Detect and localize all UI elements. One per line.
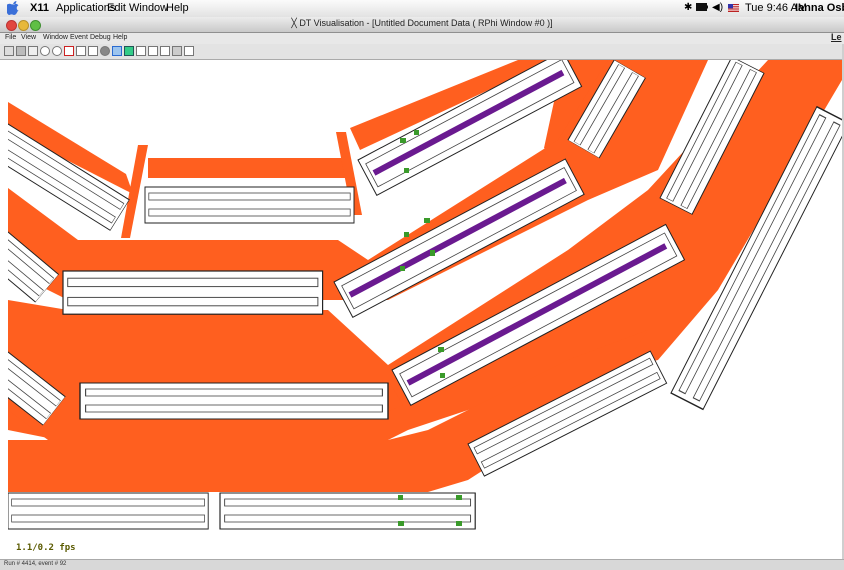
menu-debug[interactable]: Debug xyxy=(90,34,111,41)
color-icon[interactable] xyxy=(124,46,134,56)
hit-marker xyxy=(456,495,462,500)
hit-marker xyxy=(430,250,435,256)
window-title: ╳ DT Visualisation - [Untitled Document … xyxy=(0,18,844,29)
grid-icon[interactable] xyxy=(28,46,38,56)
hit-marker xyxy=(456,521,462,526)
right-tab-label[interactable]: Le xyxy=(831,32,842,42)
toolbar xyxy=(0,44,844,60)
menu-file[interactable]: File xyxy=(5,34,16,41)
menu-app-x11[interactable]: X11 xyxy=(30,2,49,14)
pick-icon[interactable] xyxy=(64,46,74,56)
track-icon[interactable] xyxy=(136,46,146,56)
menu-window-app[interactable]: Window xyxy=(43,34,68,41)
app-menubar: File View Window Event Debug Help Le xyxy=(0,32,844,44)
select-icon[interactable] xyxy=(112,46,122,56)
volume-icon[interactable]: ◀) xyxy=(712,2,723,13)
ruler-icon[interactable] xyxy=(184,46,194,56)
hit-marker xyxy=(400,138,406,143)
hit-marker xyxy=(438,347,444,352)
hit-marker xyxy=(440,373,445,378)
fps-readout: 1.1/0.2 fps xyxy=(16,543,76,553)
menu-event[interactable]: Event xyxy=(70,34,88,41)
axis-icon[interactable] xyxy=(160,46,170,56)
hit-marker xyxy=(404,168,409,173)
apple-icon[interactable] xyxy=(7,1,19,15)
menu-help[interactable]: Help xyxy=(166,2,189,14)
menubar-user[interactable]: Ianna Osborne xyxy=(795,2,844,14)
status-text: Run # 4414, event # 92 xyxy=(4,561,67,567)
window-titlebar[interactable]: ╳ DT Visualisation - [Untitled Document … xyxy=(0,17,844,33)
hit-marker xyxy=(400,266,405,271)
hit-marker xyxy=(424,218,430,223)
status-bar: Run # 4414, event # 92 xyxy=(0,559,844,570)
track2-icon[interactable] xyxy=(148,46,158,56)
pen-icon[interactable] xyxy=(88,46,98,56)
hit-marker xyxy=(398,521,404,526)
battery-icon[interactable] xyxy=(696,3,708,14)
hit-marker xyxy=(404,232,409,237)
hit-marker xyxy=(398,495,403,500)
save-icon[interactable] xyxy=(4,46,14,56)
shade-icon[interactable] xyxy=(100,46,110,56)
menu-help-app[interactable]: Help xyxy=(113,34,127,41)
camera-icon[interactable] xyxy=(172,46,182,56)
print-icon[interactable] xyxy=(16,46,26,56)
menu-view[interactable]: View xyxy=(21,34,36,41)
rotate-icon[interactable] xyxy=(76,46,86,56)
rphi-viewport[interactable]: 1.1/0.2 fps xyxy=(8,60,842,558)
bluetooth-icon[interactable]: ✱ xyxy=(684,2,692,13)
hit-marker xyxy=(414,130,419,135)
flag-icon[interactable] xyxy=(728,4,739,15)
menu-window[interactable]: Window xyxy=(129,2,168,14)
detector-view[interactable] xyxy=(8,60,842,558)
menu-edit[interactable]: Edit xyxy=(107,2,126,14)
zoom-in-icon[interactable] xyxy=(40,46,50,56)
mac-menubar: X11 Applications Edit Window Help ✱ ◀) T… xyxy=(0,0,844,18)
window-title-text: DT Visualisation - [Untitled Document Da… xyxy=(299,18,553,28)
zoom-out-icon[interactable] xyxy=(52,46,62,56)
